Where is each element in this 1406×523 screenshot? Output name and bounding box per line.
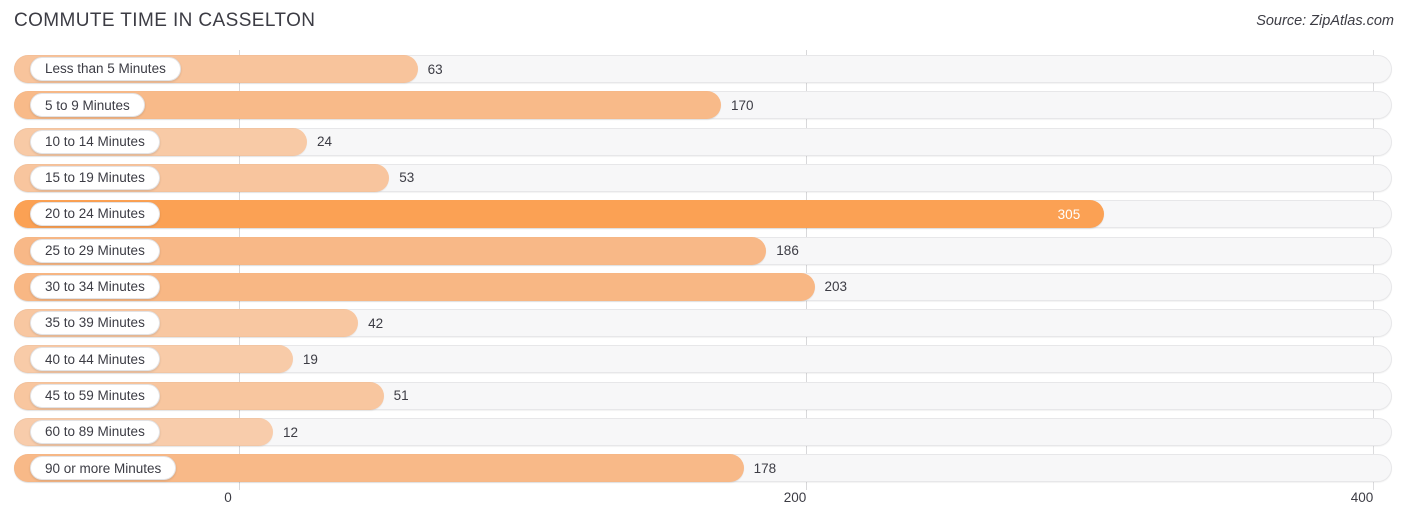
bar-label-pill: 40 to 44 Minutes [30, 347, 160, 372]
bar-row[interactable]: 25 to 29 Minutes 186 [14, 236, 1392, 265]
bar-label-pill: 15 to 19 Minutes [30, 165, 160, 190]
bar-label-pill: 45 to 59 Minutes [30, 383, 160, 408]
bar-value-label: 19 [302, 351, 318, 367]
bar-row[interactable]: 60 to 89 Minutes 12 [14, 418, 1392, 446]
x-axis-tick-0: 0 [224, 490, 232, 505]
chart-source-label: Source: ZipAtlas.com [1256, 13, 1394, 29]
bar-value-label: 305 [1057, 206, 1081, 222]
bar-value-label: 203 [824, 279, 848, 295]
bar-row[interactable]: 35 to 39 Minutes 42 [14, 309, 1392, 338]
bar-label-pill: 10 to 14 Minutes [30, 129, 160, 154]
bar-label-pill: Less than 5 Minutes [30, 57, 181, 81]
chart-container: COMMUTE TIME IN CASSELTON Source: ZipAtl… [0, 0, 1406, 523]
bar-row[interactable]: 20 to 24 Minutes 305 [14, 200, 1392, 229]
x-axis: 0 200 400 [0, 490, 1406, 523]
bar-value-label: 63 [427, 61, 443, 77]
bar-label: 40 to 44 Minutes [45, 351, 145, 367]
bar-row[interactable]: 90 or more Minutes 178 [14, 454, 1392, 483]
bar-label: 90 or more Minutes [45, 460, 162, 476]
bar-label-pill: 90 or more Minutes [30, 456, 177, 481]
bar-value-label: 42 [368, 315, 384, 331]
bar-value-label: 178 [753, 460, 777, 476]
plot-area: Less than 5 Minutes 63 5 to 9 Minutes 170 10… [0, 50, 1406, 490]
bar-value-label: 53 [399, 170, 415, 186]
bar-label-pill: 30 to 34 Minutes [30, 274, 160, 299]
bar-value-label: 12 [283, 424, 299, 440]
bar-row[interactable]: 10 to 14 Minutes 24 [14, 127, 1392, 156]
bar-row[interactable]: 30 to 34 Minutes 203 [14, 272, 1392, 301]
x-axis-tick-400: 400 [1350, 490, 1374, 505]
bar-label: 60 to 89 Minutes [45, 424, 145, 440]
bar-label-pill: 5 to 9 Minutes [30, 93, 145, 118]
bar-label: 35 to 39 Minutes [45, 315, 145, 331]
bar-row[interactable]: 15 to 19 Minutes 53 [14, 163, 1392, 192]
bar-label-pill: 25 to 29 Minutes [30, 238, 160, 263]
bar-label: Less than 5 Minutes [45, 61, 166, 77]
bar-label: 30 to 34 Minutes [45, 279, 145, 295]
bar-row[interactable]: 45 to 59 Minutes 51 [14, 381, 1392, 410]
bar-row[interactable]: Less than 5 Minutes 63 [14, 55, 1392, 83]
bar-value-label: 170 [730, 97, 754, 113]
bar-label: 15 to 19 Minutes [45, 170, 145, 186]
bar-label: 20 to 24 Minutes [45, 206, 145, 222]
bar-value-label: 24 [317, 134, 333, 150]
bar-value-label: 51 [393, 388, 409, 404]
bar-label: 25 to 29 Minutes [45, 242, 145, 258]
x-axis-tick-200: 200 [783, 490, 807, 505]
bar-label: 45 to 59 Minutes [45, 387, 145, 403]
chart-title: COMMUTE TIME IN CASSELTON [14, 10, 316, 31]
bar-value-label: 186 [776, 243, 799, 258]
bar-row[interactable]: 5 to 9 Minutes 170 [14, 91, 1392, 120]
bar-row[interactable]: 40 to 44 Minutes 19 [14, 345, 1392, 374]
bar [14, 200, 1104, 229]
bar-label-pill: 35 to 39 Minutes [30, 311, 160, 336]
bar-label: 5 to 9 Minutes [45, 97, 130, 113]
bar-label-pill: 60 to 89 Minutes [30, 420, 160, 444]
bar-label-pill: 20 to 24 Minutes [30, 202, 160, 227]
bar-label: 10 to 14 Minutes [45, 133, 145, 149]
